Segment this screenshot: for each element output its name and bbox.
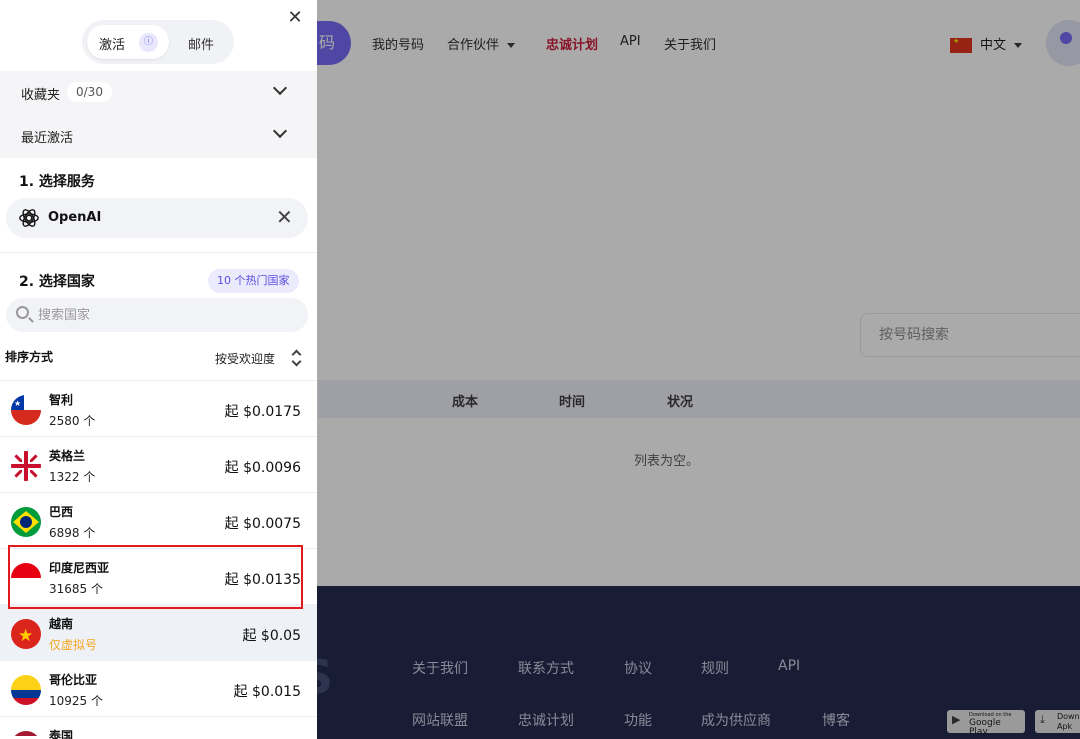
openai-icon — [18, 207, 40, 233]
colombia-flag-icon — [11, 675, 41, 705]
country-price: 起 $0.0175 — [224, 404, 301, 420]
country-row-brazil[interactable]: 巴西 6898 个 起 $0.0075 — [0, 492, 317, 548]
info-icon[interactable]: ⓘ — [139, 33, 158, 52]
close-icon[interactable]: ✕ — [286, 9, 304, 27]
recent-label: 最近激活 — [21, 131, 74, 146]
country-price: 起 $0.0096 — [224, 460, 301, 476]
highlight-box — [8, 545, 303, 609]
country-price: 起 $0.015 — [233, 684, 301, 700]
country-row-england[interactable]: 英格兰 1322 个 起 $0.0096 — [0, 436, 317, 492]
sort-label: 排序方式 — [5, 350, 54, 364]
country-name: 巴西 — [49, 505, 74, 519]
country-row-thailand[interactable]: 泰国 — [0, 716, 317, 739]
favorites-label: 收藏夹 — [21, 88, 61, 103]
chevron-down-icon — [272, 80, 288, 96]
country-row-vietnam[interactable]: ★ 越南 仅虚拟号 起 $0.05 — [0, 604, 317, 660]
country-row-colombia[interactable]: 哥伦比亚 10925 个 起 $0.015 — [0, 660, 317, 716]
chevron-down-icon — [272, 123, 288, 139]
country-price: 起 $0.05 — [242, 628, 301, 644]
country-name: 泰国 — [49, 729, 74, 739]
tab-mail[interactable]: 邮件 — [188, 34, 214, 53]
country-name: 英格兰 — [49, 449, 86, 463]
clear-service-icon[interactable]: ✕ — [276, 205, 293, 229]
mode-switch: 激活 ⓘ 邮件 — [82, 20, 234, 64]
step-select-country: 2. 选择国家 — [19, 274, 95, 290]
country-search-input[interactable] — [38, 304, 293, 326]
country-price: 起 $0.0075 — [224, 516, 301, 532]
country-search[interactable] — [6, 298, 308, 332]
country-name: 哥伦比亚 — [49, 673, 98, 687]
divider — [0, 252, 317, 253]
england-uk-flag-icon — [11, 451, 41, 481]
tab-activate[interactable]: 激活 ⓘ — [87, 25, 169, 59]
search-icon — [16, 306, 29, 319]
country-name: 智利 — [49, 393, 74, 407]
hot-countries-badge[interactable]: 10 个热门国家 — [208, 269, 299, 293]
recent-accordion[interactable]: 最近激活 — [0, 114, 317, 158]
thailand-flag-icon — [11, 731, 41, 739]
tab-activate-label: 激活 — [99, 38, 126, 53]
country-name: 越南 — [49, 617, 74, 631]
country-count: 6898 个 — [49, 526, 96, 540]
virtual-only-label: 仅虚拟号 — [49, 638, 98, 652]
country-row-chile[interactable]: ★ 智利 2580 个 起 $0.0175 — [0, 380, 317, 436]
vietnam-flag-icon: ★ — [11, 619, 41, 649]
country-count: 1322 个 — [49, 470, 96, 484]
country-count: 10925 个 — [49, 694, 103, 708]
sort-value[interactable]: 按受欢迎度 — [215, 350, 275, 367]
selected-service[interactable]: OpenAI ✕ — [6, 198, 308, 238]
step-select-service: 1. 选择服务 — [19, 174, 95, 190]
favorites-accordion[interactable]: 收藏夹 0/30 — [0, 71, 317, 115]
svg-text:★: ★ — [14, 399, 21, 408]
favorites-count: 0/30 — [67, 82, 112, 102]
chile-flag-icon: ★ — [11, 395, 41, 425]
brazil-flag-icon — [11, 507, 41, 537]
country-count: 2580 个 — [49, 414, 96, 428]
service-name: OpenAI — [48, 210, 102, 225]
sort-icon[interactable] — [291, 349, 303, 367]
svg-text:★: ★ — [18, 626, 33, 646]
activation-panel: ✕ 激活 ⓘ 邮件 收藏夹 0/30 最近激活 1. 选择服务 OpenAI ✕… — [0, 0, 317, 739]
